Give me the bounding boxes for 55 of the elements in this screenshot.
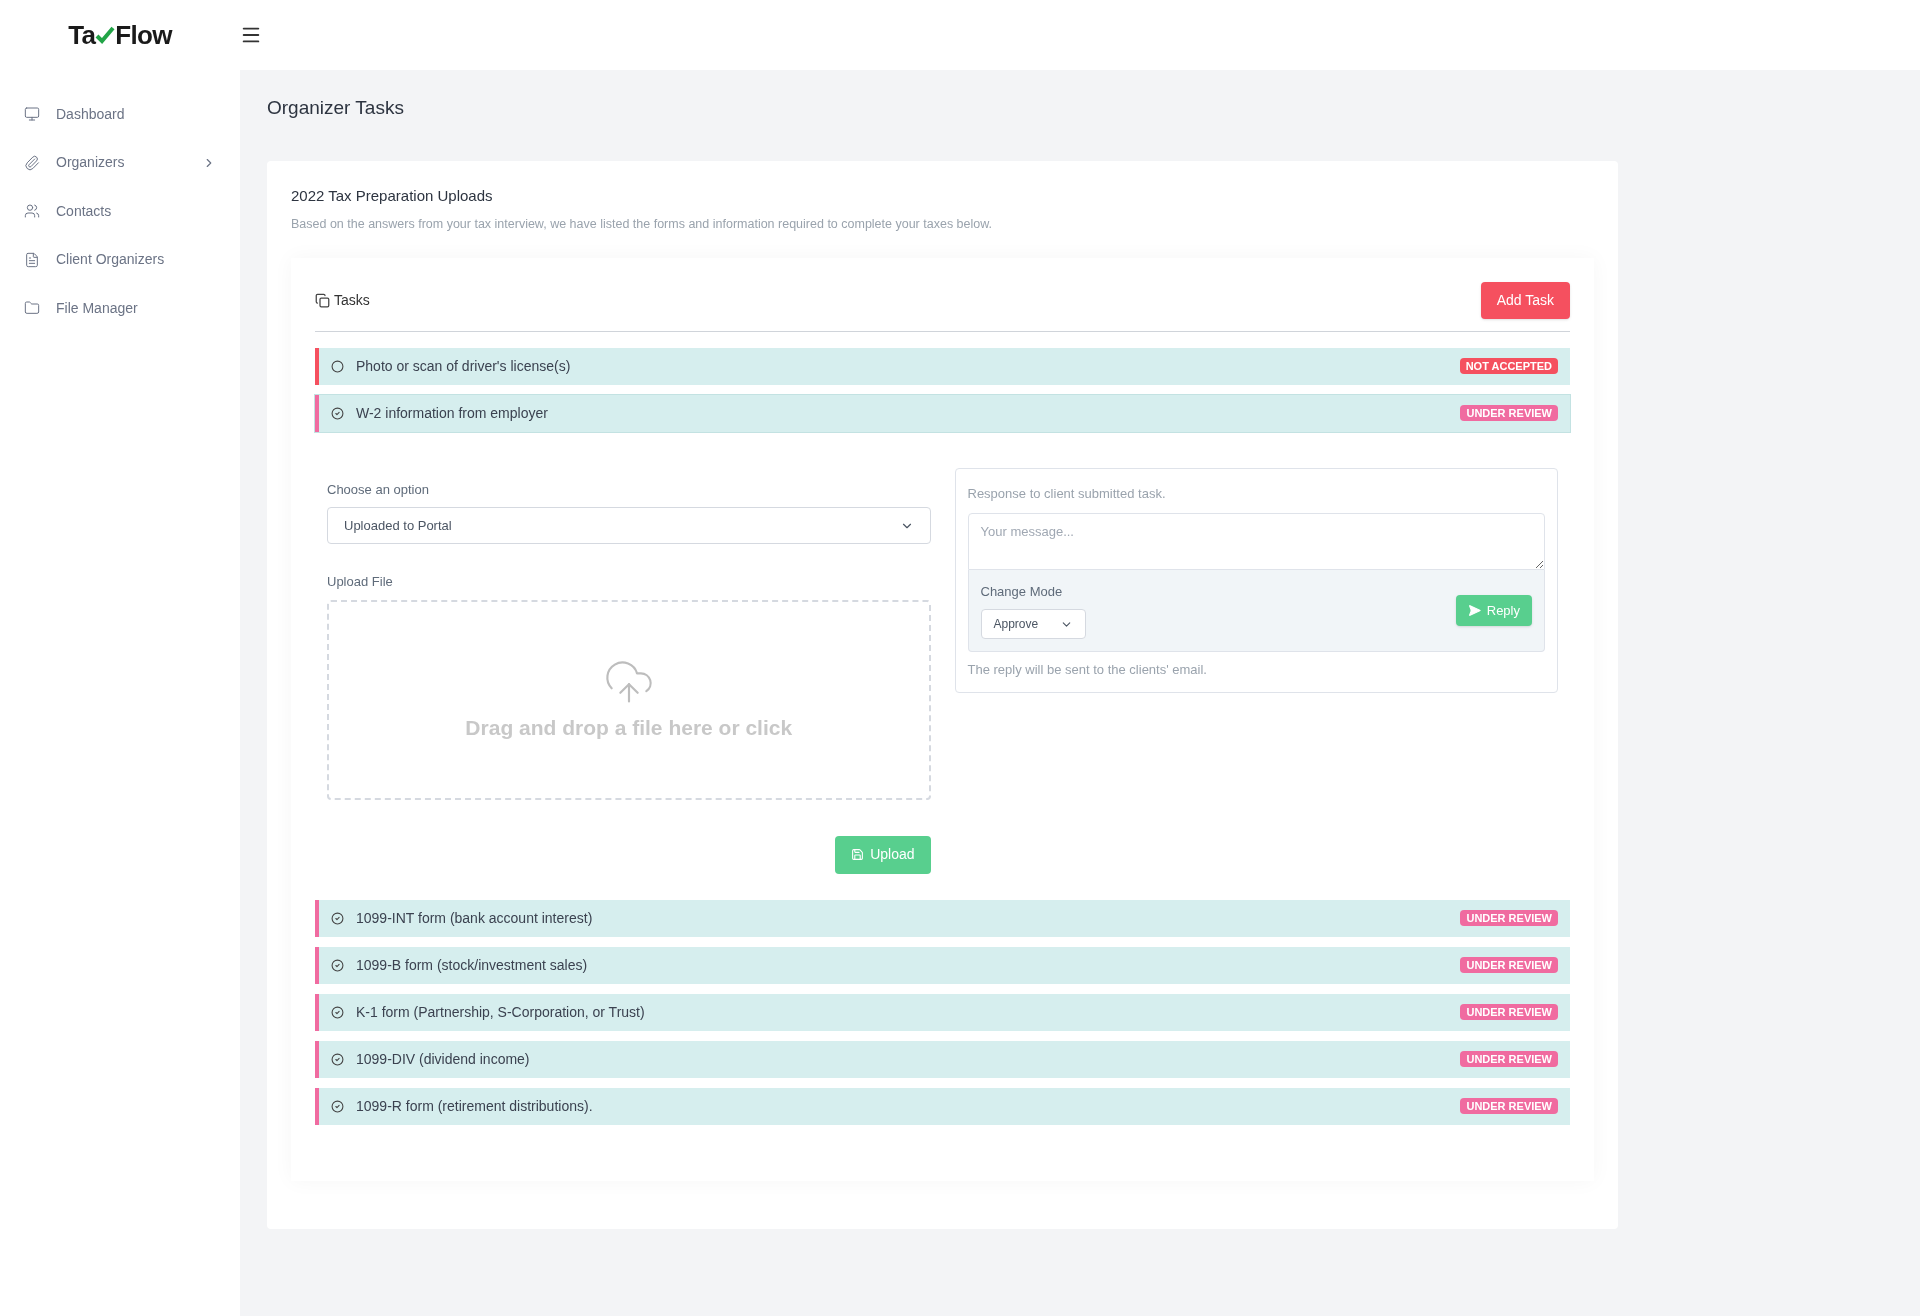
- status-badge: UNDER REVIEW: [1460, 910, 1558, 927]
- folder-icon: [24, 300, 40, 317]
- message-field[interactable]: Your message...: [967, 512, 1545, 570]
- task-label: 1099-INT form (bank account interest): [356, 908, 594, 928]
- sidebar-item[interactable]: Client Organizers: [0, 235, 240, 284]
- copy-icon: [315, 292, 330, 308]
- mode-label: Change Mode: [980, 582, 1064, 601]
- sidebar-item[interactable]: Contacts: [0, 187, 240, 236]
- sidebar-item[interactable]: Dashboard: [0, 90, 240, 139]
- card-title: 2022 Tax Preparation Uploads: [291, 185, 494, 206]
- users-icon: [24, 203, 40, 220]
- task-label: K-1 form (Partnership, S-Corporation, or Trust): [356, 1002, 646, 1022]
- task-label: 1099-R form (retirement distributions).: [356, 1096, 594, 1116]
- sidebar-item[interactable]: File Manager: [0, 284, 240, 333]
- document-icon: [24, 251, 40, 268]
- field-label: Choose an option: [327, 480, 430, 499]
- task-label: 1099-B form (stock/investment sales): [356, 955, 589, 975]
- check-circle-icon: [331, 1099, 344, 1113]
- option-select[interactable]: Uploaded to Portal: [327, 507, 931, 545]
- paperclip-icon: [24, 154, 40, 171]
- page-title: Organizer Tasks: [267, 96, 405, 120]
- task-row[interactable]: 1099-DIV (dividend income) UNDER REVIEW: [315, 1040, 1570, 1078]
- logo: Ta Flow: [68, 18, 172, 52]
- checkmark-icon: [95, 25, 116, 45]
- check-circle-icon: [331, 1052, 344, 1066]
- status-badge: UNDER REVIEW: [1460, 405, 1558, 422]
- send-icon: [1467, 604, 1481, 617]
- reply-note: The reply will be sent to the clients' email.: [967, 661, 1208, 680]
- monitor-icon: [24, 106, 40, 123]
- task-row[interactable]: 1099-R form (retirement distributions). UNDER REVIEW: [315, 1087, 1570, 1125]
- mode-select[interactable]: Approve: [980, 609, 1086, 640]
- check-circle-icon: [331, 406, 344, 420]
- check-circle-icon: [331, 958, 344, 972]
- status-badge: UNDER REVIEW: [1460, 1004, 1558, 1021]
- task-row[interactable]: 1099-INT form (bank account interest) UNDER REVIEW: [315, 899, 1570, 937]
- task-row[interactable]: Photo or scan of driver's license(s) NOT ACCEPTED: [315, 347, 1570, 385]
- check-circle-icon: [331, 1005, 344, 1019]
- task-row[interactable]: 1099-B form (stock/investment sales) UNDER REVIEW: [315, 946, 1570, 984]
- save-icon: [851, 848, 865, 862]
- status-badge: UNDER REVIEW: [1460, 1051, 1558, 1068]
- tasks-title: Tasks: [334, 290, 370, 310]
- task-label: Photo or scan of driver's license(s): [356, 356, 572, 376]
- task-label: W-2 information from employer: [356, 403, 549, 423]
- task-row[interactable]: K-1 form (Partnership, S-Corporation, or Trust) UNDER REVIEW: [315, 993, 1570, 1031]
- status-badge: NOT ACCEPTED: [1459, 358, 1558, 375]
- check-circle-icon: [331, 911, 344, 925]
- field-label: Upload File: [327, 573, 394, 592]
- status-badge: UNDER REVIEW: [1460, 957, 1558, 974]
- response-label: Response to client submitted task.: [967, 485, 1166, 501]
- status-badge: UNDER REVIEW: [1460, 1098, 1558, 1115]
- card-subtitle: Based on the answers from your tax interview, we have listed the forms and information required to complete your taxes below.: [291, 216, 994, 233]
- circle-icon: [331, 359, 344, 373]
- task-label: 1099-DIV (dividend income): [356, 1049, 531, 1069]
- sidebar-item[interactable]: Organizers: [0, 138, 240, 187]
- task-row[interactable]: W-2 information from employer UNDER REVIEW: [315, 394, 1570, 432]
